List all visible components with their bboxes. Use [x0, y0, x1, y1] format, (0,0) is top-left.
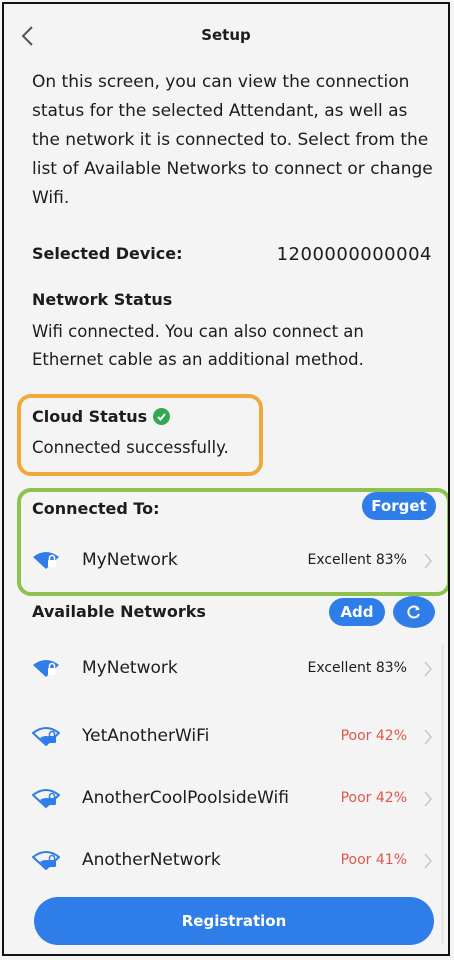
chevron-right-icon	[424, 661, 432, 677]
cloud-status-text: Connected successfully.	[32, 438, 229, 457]
scrollbar[interactable]	[441, 644, 444, 944]
chevron-right-icon	[424, 791, 432, 807]
intro-text: On this screen, you can view the connect…	[32, 72, 433, 208]
network-name: MyNetwork	[82, 550, 178, 570]
chevron-right-icon	[424, 853, 432, 869]
add-network-button[interactable]: Add	[329, 598, 385, 626]
chevron-right-icon	[424, 729, 432, 745]
forget-button[interactable]: Forget	[362, 492, 436, 520]
network-row[interactable]: MyNetwork Excellent 83%	[32, 648, 437, 690]
refresh-button[interactable]	[393, 596, 435, 628]
page-title: Setup	[201, 26, 251, 44]
selected-device-row: Selected Device: 1200000000004	[32, 244, 432, 268]
network-status-text: Wifi connected. You can also connect an …	[32, 322, 364, 369]
cloud-status-header: Cloud Status	[32, 407, 171, 426]
available-networks-title: Available Networks	[32, 602, 206, 621]
selected-device-label: Selected Device:	[32, 244, 183, 263]
header: Setup	[4, 4, 448, 64]
wifi-lock-icon	[33, 660, 59, 677]
wifi-lock-icon	[33, 552, 59, 569]
network-signal: Excellent 83%	[307, 552, 407, 568]
check-circle-icon	[153, 408, 171, 425]
connected-network-row[interactable]: MyNetwork Excellent 83%	[32, 540, 437, 582]
network-name: YetAnotherWiFi	[82, 726, 210, 746]
network-name: AnotherNetwork	[82, 850, 221, 870]
network-row[interactable]: AnotherCoolPoolsideWifi Poor 42%	[32, 778, 437, 820]
connected-to-title: Connected To:	[32, 499, 160, 518]
wifi-lock-icon	[32, 789, 60, 808]
network-row[interactable]: AnotherNetwork Poor 41%	[32, 840, 437, 882]
network-signal: Excellent 83%	[307, 660, 407, 676]
wifi-lock-icon	[32, 727, 60, 746]
chevron-right-icon	[424, 553, 432, 569]
network-signal: Poor 41%	[340, 852, 407, 868]
network-status-title: Network Status	[32, 290, 173, 309]
refresh-icon	[407, 605, 420, 619]
selected-device-value: 1200000000004	[276, 244, 432, 265]
setup-screen: Setup On this screen, you can view the c…	[2, 2, 450, 956]
wifi-lock-icon	[32, 851, 60, 870]
network-row[interactable]: YetAnotherWiFi Poor 42%	[32, 716, 437, 758]
network-name: AnotherCoolPoolsideWifi	[82, 788, 289, 808]
network-signal: Poor 42%	[340, 728, 407, 744]
cloud-status-title: Cloud Status	[32, 407, 148, 426]
registration-button[interactable]: Registration	[34, 897, 434, 945]
network-name: MyNetwork	[82, 658, 178, 678]
network-signal: Poor 42%	[340, 790, 407, 806]
